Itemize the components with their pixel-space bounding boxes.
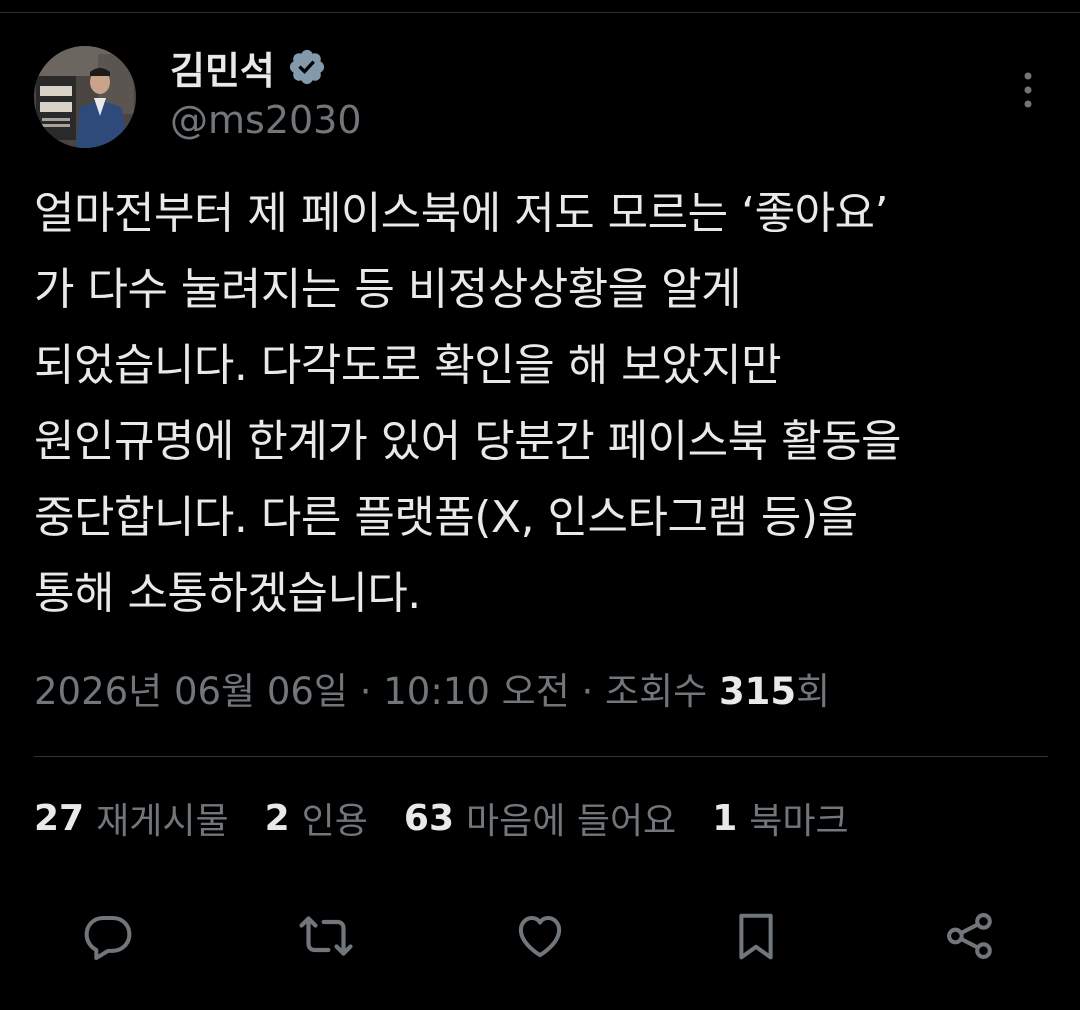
author-name-row[interactable]: 김민석 bbox=[170, 40, 327, 94]
stat-label: 마음에 들어요 bbox=[466, 801, 677, 842]
verified-badge-icon bbox=[287, 47, 327, 87]
reply-icon bbox=[84, 915, 132, 961]
tweet-date[interactable]: 2026년 06월 06일 bbox=[34, 670, 348, 713]
stat-count: 2 bbox=[264, 797, 290, 839]
author-handle[interactable]: @ms2030 bbox=[170, 98, 362, 142]
more-dots-icon bbox=[1024, 72, 1032, 108]
repost-icon bbox=[299, 916, 353, 956]
tweet-time[interactable]: 10:10 오전 bbox=[383, 670, 569, 713]
stat-label: 재게시물 bbox=[96, 801, 229, 842]
bookmark-icon bbox=[739, 913, 773, 960]
divider bbox=[34, 756, 1048, 757]
views-label: 조회수 bbox=[605, 670, 719, 713]
action-bar bbox=[0, 906, 1080, 966]
stat-label: 인용 bbox=[301, 801, 368, 842]
share-icon bbox=[947, 913, 992, 959]
meta-separator: · bbox=[569, 670, 606, 713]
stat-count: 63 bbox=[403, 797, 455, 839]
display-name[interactable]: 김민석 bbox=[170, 40, 275, 95]
stat-count: 27 bbox=[34, 797, 85, 839]
views-count: 315 bbox=[718, 670, 797, 713]
bookmark-button[interactable] bbox=[726, 906, 786, 966]
reply-button[interactable] bbox=[78, 906, 138, 966]
stat-quotes[interactable]: 2 인용 bbox=[265, 792, 368, 844]
profile-photo bbox=[34, 46, 136, 148]
engagement-stats: 27 재게시물 2 인용 63 마음에 들어요 1 북마크 bbox=[34, 790, 885, 846]
like-button[interactable] bbox=[510, 906, 570, 966]
more-options-button[interactable] bbox=[1008, 66, 1048, 114]
stat-likes[interactable]: 63 마음에 들어요 bbox=[404, 792, 676, 844]
stat-label: 북마크 bbox=[749, 801, 849, 842]
share-button[interactable] bbox=[940, 906, 1000, 966]
stat-reposts[interactable]: 27 재게시물 bbox=[34, 792, 229, 844]
avatar[interactable] bbox=[34, 46, 136, 148]
views-suffix: 회 bbox=[796, 670, 831, 713]
tweet-text: 얼마전부터 제 페이스북에 저도 모르는 ‘좋아요’ 가 다수 눌려지는 등 비… bbox=[34, 188, 902, 619]
meta-separator: · bbox=[347, 670, 384, 713]
tweet-meta: 2026년 06월 06일 · 10:10 오전 · 조회수 315회 bbox=[34, 664, 830, 720]
top-divider bbox=[0, 12, 1080, 13]
repost-button[interactable] bbox=[296, 906, 356, 966]
stat-bookmarks[interactable]: 1 북마크 bbox=[712, 792, 848, 844]
stat-count: 1 bbox=[712, 797, 738, 839]
heart-icon bbox=[518, 915, 562, 958]
